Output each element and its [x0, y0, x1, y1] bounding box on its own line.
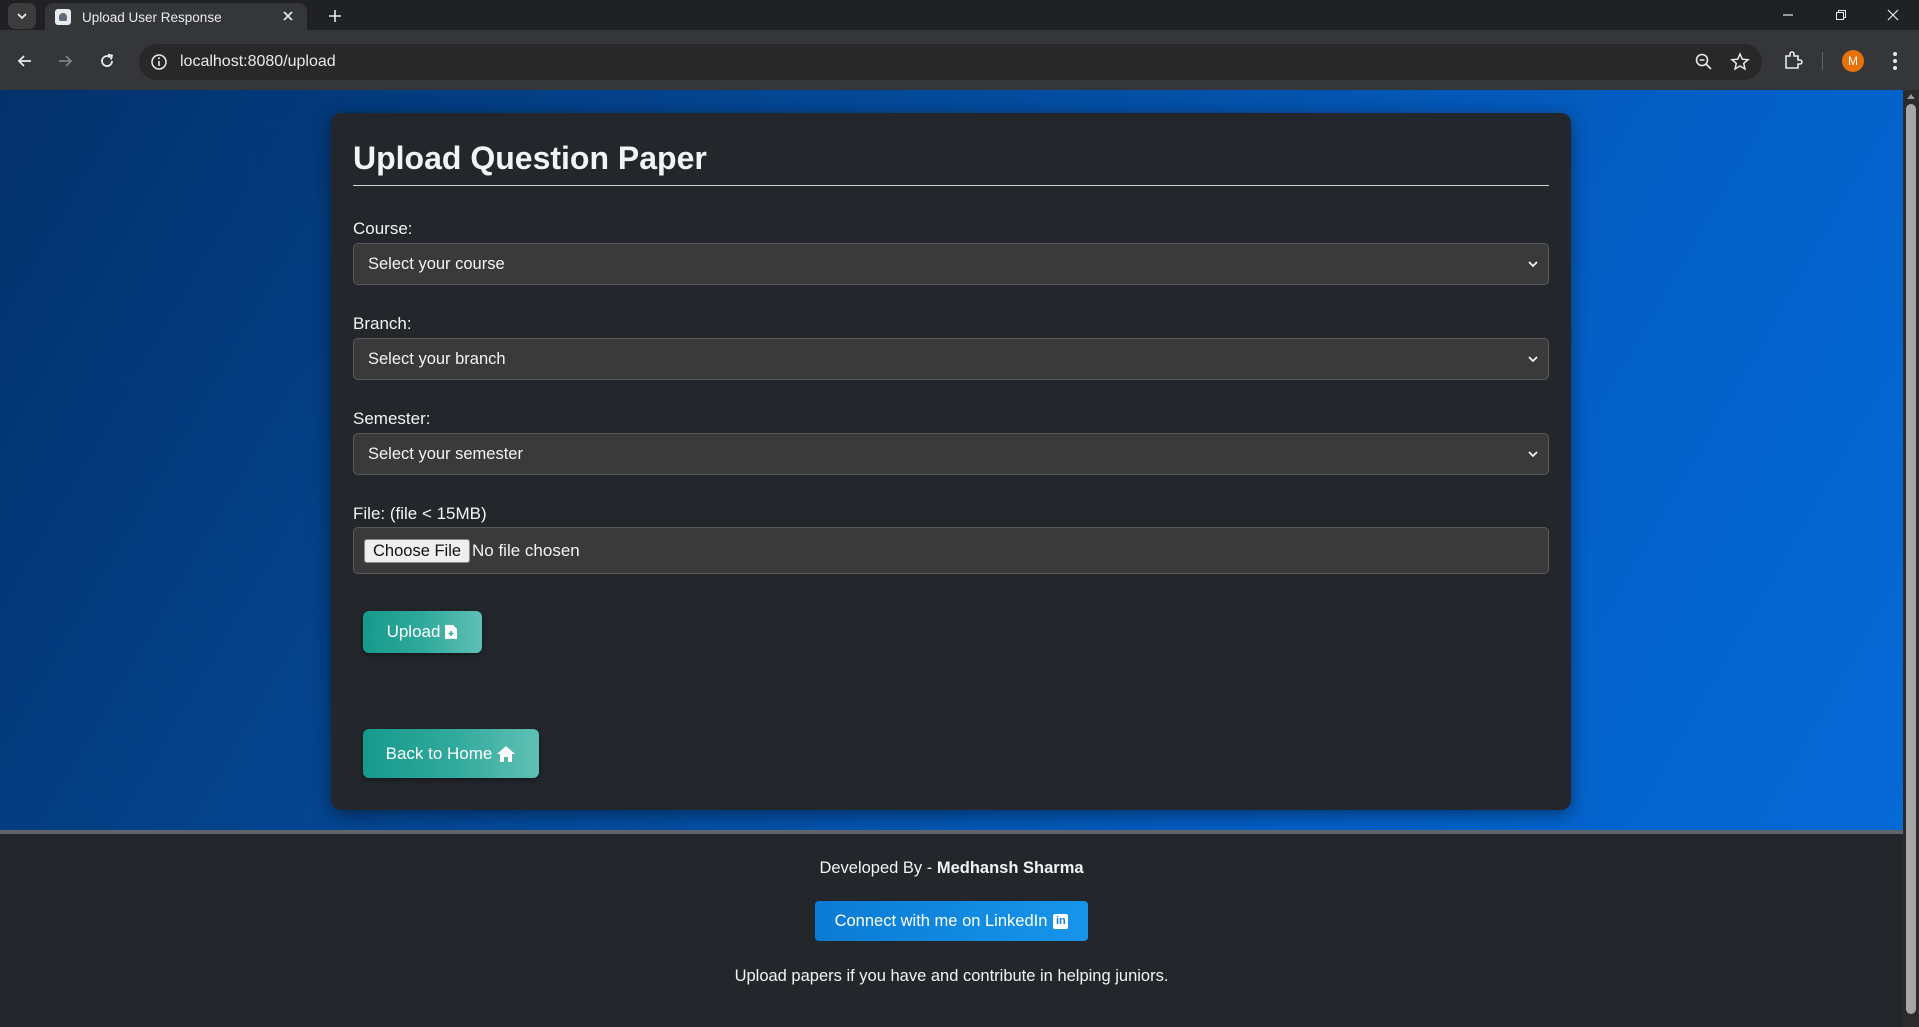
- hero-background: Upload Question Paper Course: Select you…: [0, 90, 1903, 830]
- upload-form-card: Upload Question Paper Course: Select you…: [331, 113, 1571, 810]
- arrow-left-icon: [17, 55, 31, 67]
- kebab-menu-icon[interactable]: [1883, 48, 1907, 74]
- reload-icon: [101, 53, 114, 67]
- scrollbar-thumb[interactable]: [1906, 104, 1916, 1014]
- reload-button[interactable]: [93, 47, 121, 75]
- course-select-value: Select your course: [368, 255, 505, 273]
- branch-select[interactable]: Select your branch: [353, 338, 1549, 380]
- minimize-icon: [1783, 14, 1793, 16]
- restore-button[interactable]: [1818, 0, 1864, 30]
- page-viewport: Upload Question Paper Course: Select you…: [0, 90, 1903, 1027]
- back-to-home-label: Back to Home: [385, 743, 493, 763]
- restore-icon: [1836, 10, 1846, 20]
- linkedin-button-label: Connect with me on LinkedIn: [834, 911, 1048, 930]
- developer-credit: Developed By - Medhansh Sharma: [0, 859, 1903, 878]
- back-to-home-button[interactable]: Back to Home: [363, 729, 539, 778]
- close-icon: [1887, 9, 1899, 21]
- url-text: localhost:8080/upload: [180, 53, 336, 70]
- page-footer: Developed By - Medhansh Sharma Connect w…: [0, 830, 1903, 1027]
- new-tab-plus-icon[interactable]: [323, 4, 347, 28]
- close-icon[interactable]: [279, 7, 297, 25]
- zoom-icon[interactable]: [1694, 52, 1714, 72]
- bookmark-star-icon[interactable]: [1730, 52, 1750, 72]
- browser-toolbar: localhost:8080/upload M: [0, 30, 1919, 90]
- page-scrollbar[interactable]: [1903, 90, 1919, 1027]
- title-divider: [353, 185, 1549, 186]
- developed-by-text: Developed By -: [819, 859, 937, 877]
- upload-button[interactable]: Upload: [363, 611, 482, 653]
- file-status: No file chosen: [472, 541, 580, 560]
- scroll-up-arrow-icon[interactable]: [1907, 94, 1915, 99]
- home-icon: [497, 745, 516, 762]
- address-bar[interactable]: localhost:8080/upload: [139, 44, 1762, 80]
- site-favicon-icon: [55, 9, 71, 25]
- profile-avatar[interactable]: M: [1842, 50, 1864, 72]
- upload-button-label: Upload: [386, 622, 441, 641]
- arrow-right-icon: [59, 55, 73, 67]
- tab-search-button[interactable]: [8, 3, 36, 29]
- branch-label: Branch:: [353, 314, 412, 333]
- course-select[interactable]: Select your course: [353, 243, 1549, 285]
- chevron-down-icon: [1528, 451, 1538, 458]
- site-info-icon[interactable]: [149, 52, 169, 72]
- course-label: Course:: [353, 219, 413, 238]
- chevron-down-icon: [17, 13, 27, 20]
- file-upload-icon: [445, 625, 458, 639]
- browser-tab-bar: Upload User Response: [0, 0, 1919, 30]
- back-button[interactable]: [11, 47, 39, 75]
- file-input[interactable]: Choose File No file chosen: [353, 527, 1549, 574]
- window-close-button[interactable]: [1870, 0, 1916, 30]
- page-title: Upload Question Paper: [353, 140, 707, 176]
- tab-title: Upload User Response: [82, 10, 222, 25]
- footer-note: Upload papers if you have and contribute…: [734, 967, 1169, 985]
- semester-label: Semester:: [353, 409, 431, 428]
- minimize-button[interactable]: [1765, 0, 1811, 30]
- chevron-down-icon: [1528, 356, 1538, 363]
- chevron-down-icon: [1528, 261, 1538, 268]
- linkedin-icon: in: [1053, 913, 1069, 929]
- branch-select-value: Select your branch: [368, 350, 506, 368]
- extensions-puzzle-icon[interactable]: [1780, 47, 1806, 73]
- file-label: File: (file < 15MB): [353, 504, 487, 523]
- toolbar-divider: [1822, 52, 1823, 70]
- choose-file-button[interactable]: Choose File: [364, 539, 471, 563]
- browser-tab[interactable]: Upload User Response: [45, 3, 307, 30]
- developer-name: Medhansh Sharma: [936, 859, 1084, 877]
- semester-select-value: Select your semester: [368, 445, 523, 463]
- semester-select[interactable]: Select your semester: [353, 433, 1549, 475]
- linkedin-button[interactable]: Connect with me on LinkedIn in: [815, 901, 1088, 941]
- forward-button[interactable]: [51, 47, 79, 75]
